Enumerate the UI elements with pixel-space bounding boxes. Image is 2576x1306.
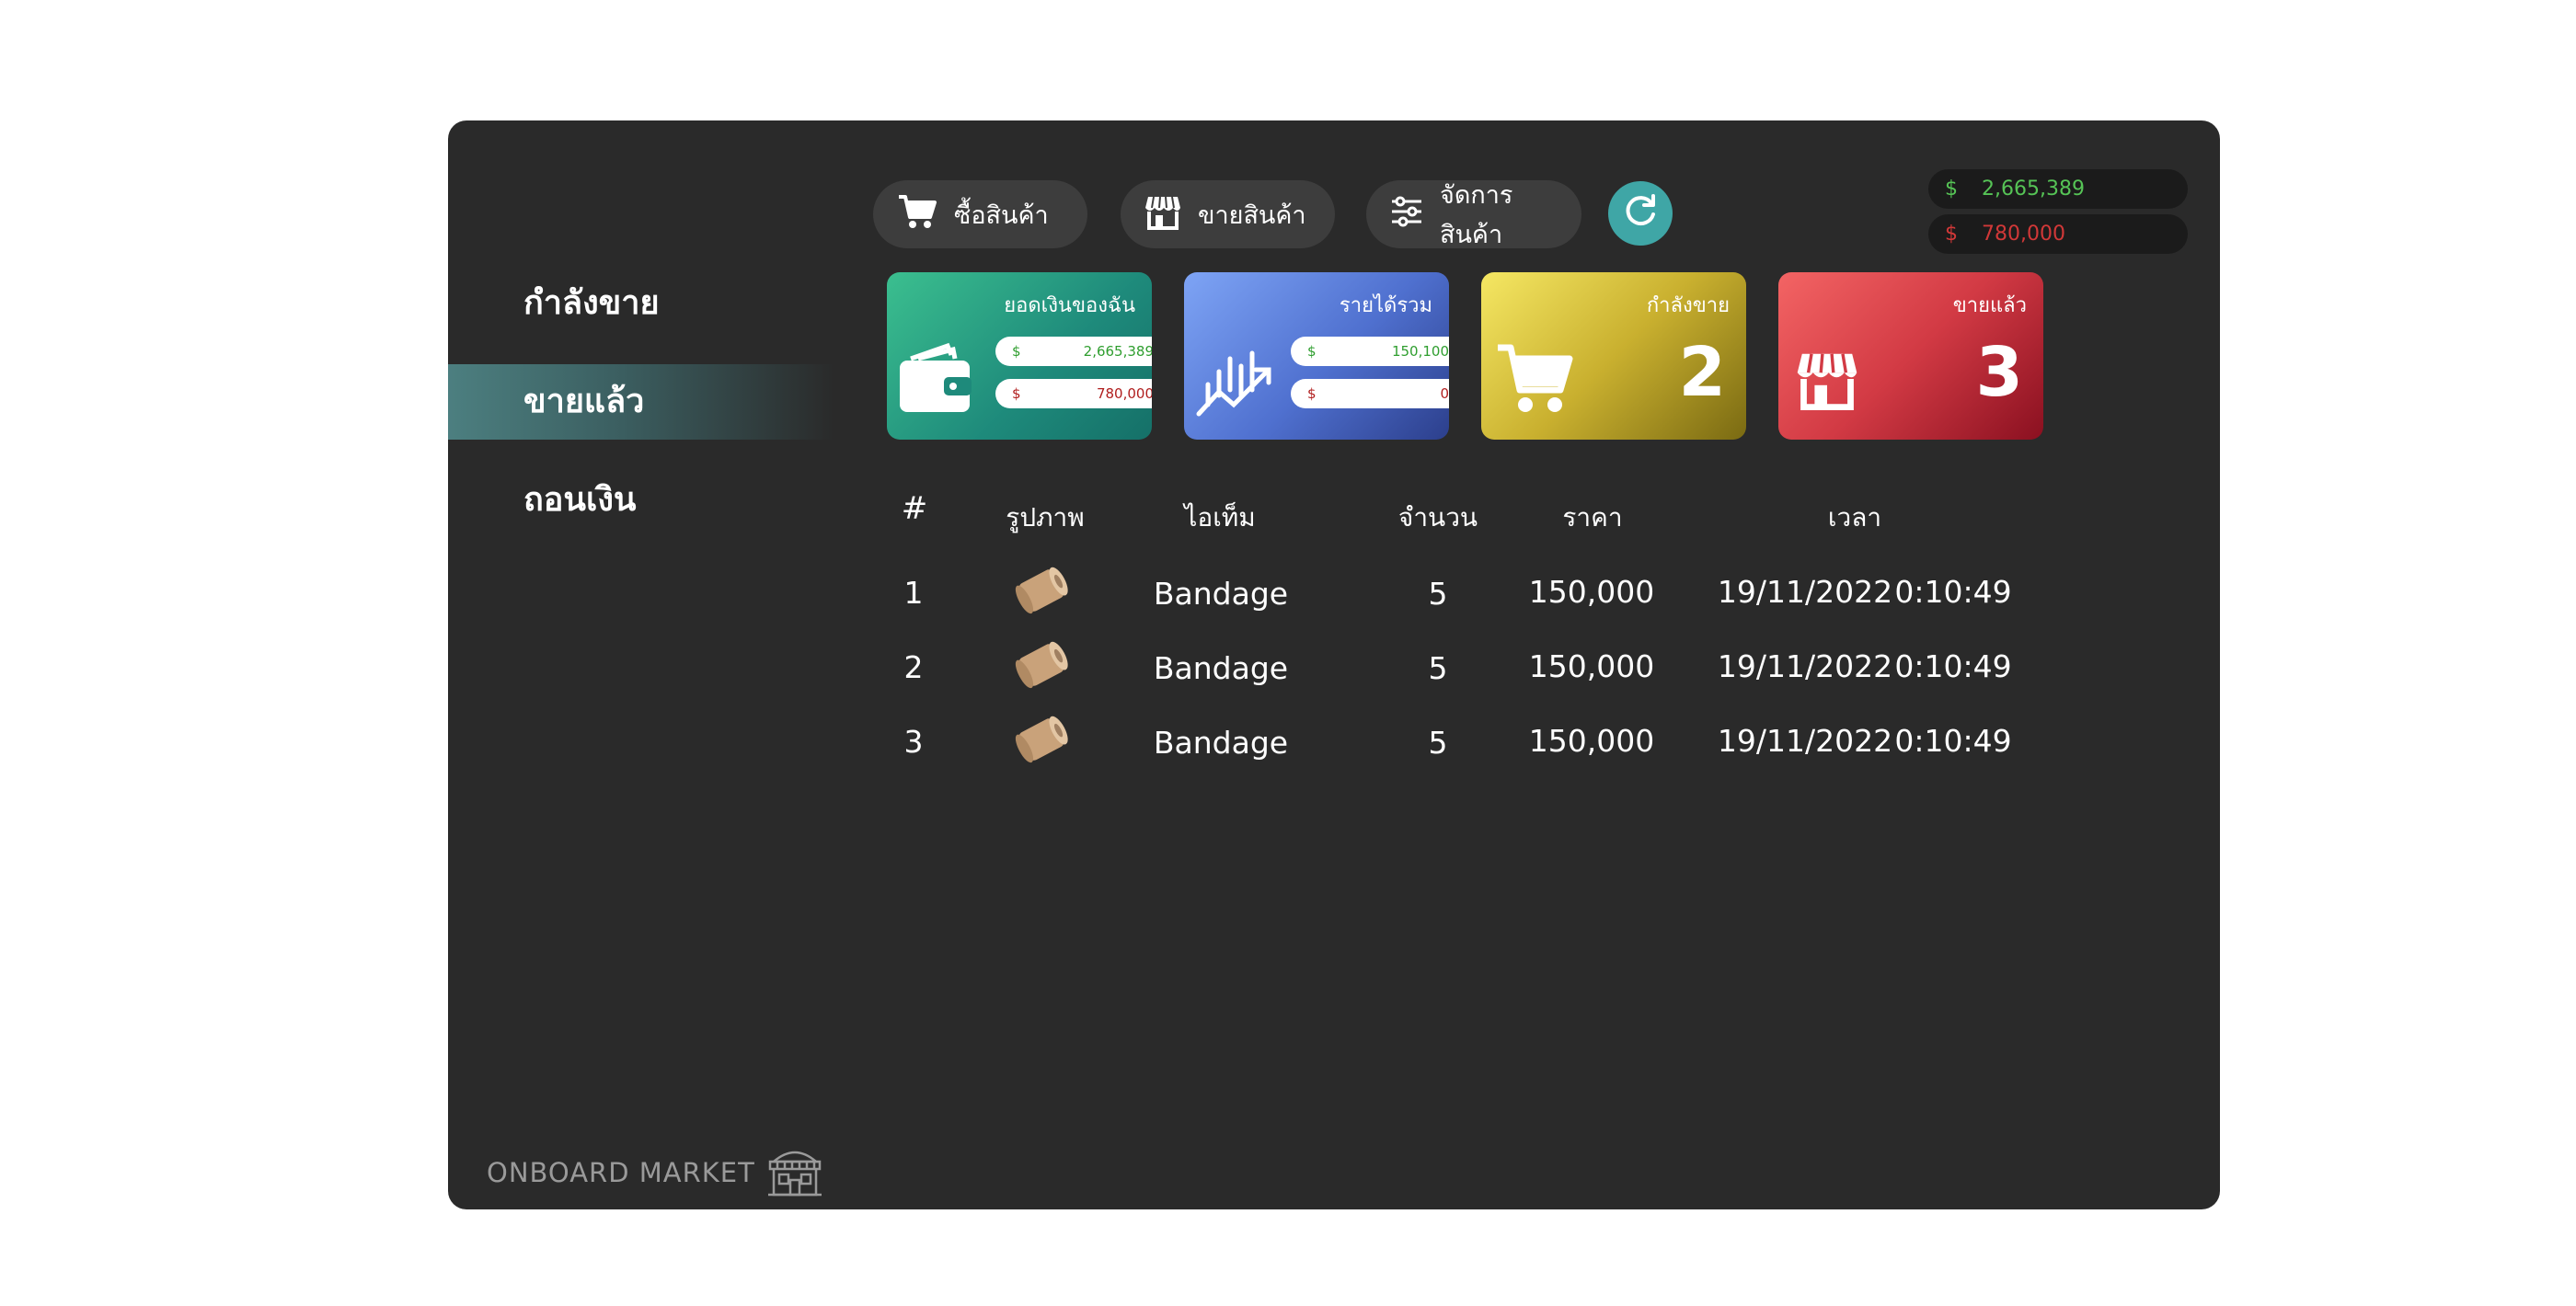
balance-negative-pill: $ 780,000	[1928, 214, 2188, 254]
row-time: 0:10:49	[1894, 648, 2012, 684]
row-price: 150,000	[1528, 723, 1655, 759]
bandage-item-image	[1013, 711, 1070, 772]
currency-symbol: $	[1012, 385, 1021, 402]
card-title: ยอดเงินของฉัน	[1004, 294, 1135, 317]
brand-name: ONBOARD MARKET	[487, 1157, 755, 1188]
card-title: กำลังขาย	[1646, 294, 1730, 317]
row-index: 3	[903, 724, 924, 760]
wallet-negative-value: 780,000	[1096, 385, 1152, 402]
column-header-index: #	[901, 490, 928, 527]
balance-negative-value: 780,000	[1982, 223, 2065, 246]
wallet-negative-pill: $ 780,000	[995, 379, 1152, 408]
selling-count: 2	[1678, 333, 1727, 412]
row-quantity: 5	[1428, 725, 1448, 761]
row-price: 150,000	[1528, 574, 1655, 610]
row-time: 0:10:49	[1894, 723, 2012, 759]
row-date: 19/11/2022	[1717, 574, 1893, 610]
app-panel: กำลังขาย ขายแล้ว ถอนเงิน ONBOARD MARKET …	[448, 120, 2220, 1209]
row-item-name: Bandage	[1153, 725, 1289, 761]
store-icon	[1795, 348, 1859, 414]
sidebar-item-selling[interactable]: กำลังขาย	[448, 266, 834, 341]
row-item-name: Bandage	[1153, 650, 1289, 686]
sold-card: ขายแล้ว 3	[1778, 272, 2043, 440]
store-icon	[1144, 193, 1181, 236]
column-header-quantity: จำนวน	[1397, 502, 1478, 533]
income-card: รายได้รวม $ 150,100 $ 0	[1184, 272, 1449, 440]
cart-icon	[897, 193, 937, 236]
income-positive-pill: $ 150,100	[1291, 337, 1449, 366]
sell-button-label: ขายสินค้า	[1198, 200, 1306, 230]
selling-card: กำลังขาย 2	[1481, 272, 1746, 440]
income-positive-value: 150,100	[1391, 343, 1449, 360]
row-time: 0:10:49	[1894, 574, 2012, 610]
row-index: 1	[903, 575, 924, 611]
wallet-positive-pill: $ 2,665,389	[995, 337, 1152, 366]
refresh-icon	[1621, 192, 1660, 235]
manage-button-label: จัดการสินค้า	[1440, 181, 1513, 249]
currency-symbol: $	[1307, 385, 1317, 402]
column-header-image: รูปภาพ	[1006, 502, 1085, 533]
income-negative-pill: $ 0	[1291, 379, 1449, 408]
currency-symbol: $	[1307, 343, 1317, 360]
row-item-name: Bandage	[1153, 576, 1289, 612]
balance-positive-value: 2,665,389	[1982, 178, 2085, 200]
column-header-price: ราคา	[1562, 502, 1623, 533]
column-header-item: ไอเท็ม	[1184, 502, 1256, 533]
income-negative-value: 0	[1440, 385, 1449, 402]
balance-positive-pill: $ 2,665,389	[1928, 169, 2188, 209]
sold-count: 3	[1975, 333, 2024, 412]
chart-growth-icon	[1195, 338, 1278, 421]
currency-symbol: $	[1012, 343, 1021, 360]
row-date: 19/11/2022	[1717, 723, 1893, 759]
cart-icon	[1496, 342, 1573, 419]
wallet-card: ยอดเงินของฉัน $ 2,665,389 $ 780,000	[887, 272, 1152, 440]
sidebar-item-label: ถอนเงิน	[523, 481, 637, 519]
sidebar-item-label: ขายแล้ว	[523, 383, 645, 420]
row-price: 150,000	[1528, 648, 1655, 684]
card-title: ขายแล้ว	[1952, 294, 2027, 317]
bandage-item-image	[1013, 562, 1070, 623]
row-date: 19/11/2022	[1717, 648, 1893, 684]
sidebar-item-sold[interactable]: ขายแล้ว	[448, 364, 834, 440]
card-title: รายได้รวม	[1339, 294, 1432, 317]
refresh-button[interactable]	[1608, 181, 1673, 246]
currency-symbol: $	[1945, 223, 1958, 246]
sidebar-item-label: กำลังขาย	[523, 284, 660, 322]
store-building-icon	[766, 1145, 823, 1200]
sliders-icon	[1390, 196, 1423, 234]
currency-symbol: $	[1945, 178, 1958, 200]
bandage-item-image	[1013, 636, 1070, 697]
wallet-icon	[898, 342, 975, 419]
brand-logo: ONBOARD MARKET	[487, 1145, 823, 1200]
sidebar-item-withdraw[interactable]: ถอนเงิน	[448, 463, 834, 538]
row-quantity: 5	[1428, 576, 1448, 612]
manage-products-button[interactable]: จัดการสินค้า	[1366, 180, 1581, 249]
buy-button-label: ซื้อสินค้า	[954, 200, 1049, 230]
buy-button[interactable]: ซื้อสินค้า	[873, 180, 1087, 248]
wallet-positive-value: 2,665,389	[1083, 343, 1152, 360]
row-quantity: 5	[1428, 650, 1448, 686]
row-index: 2	[903, 649, 924, 685]
sell-button[interactable]: ขายสินค้า	[1121, 180, 1335, 248]
column-header-time: เวลา	[1827, 502, 1882, 533]
